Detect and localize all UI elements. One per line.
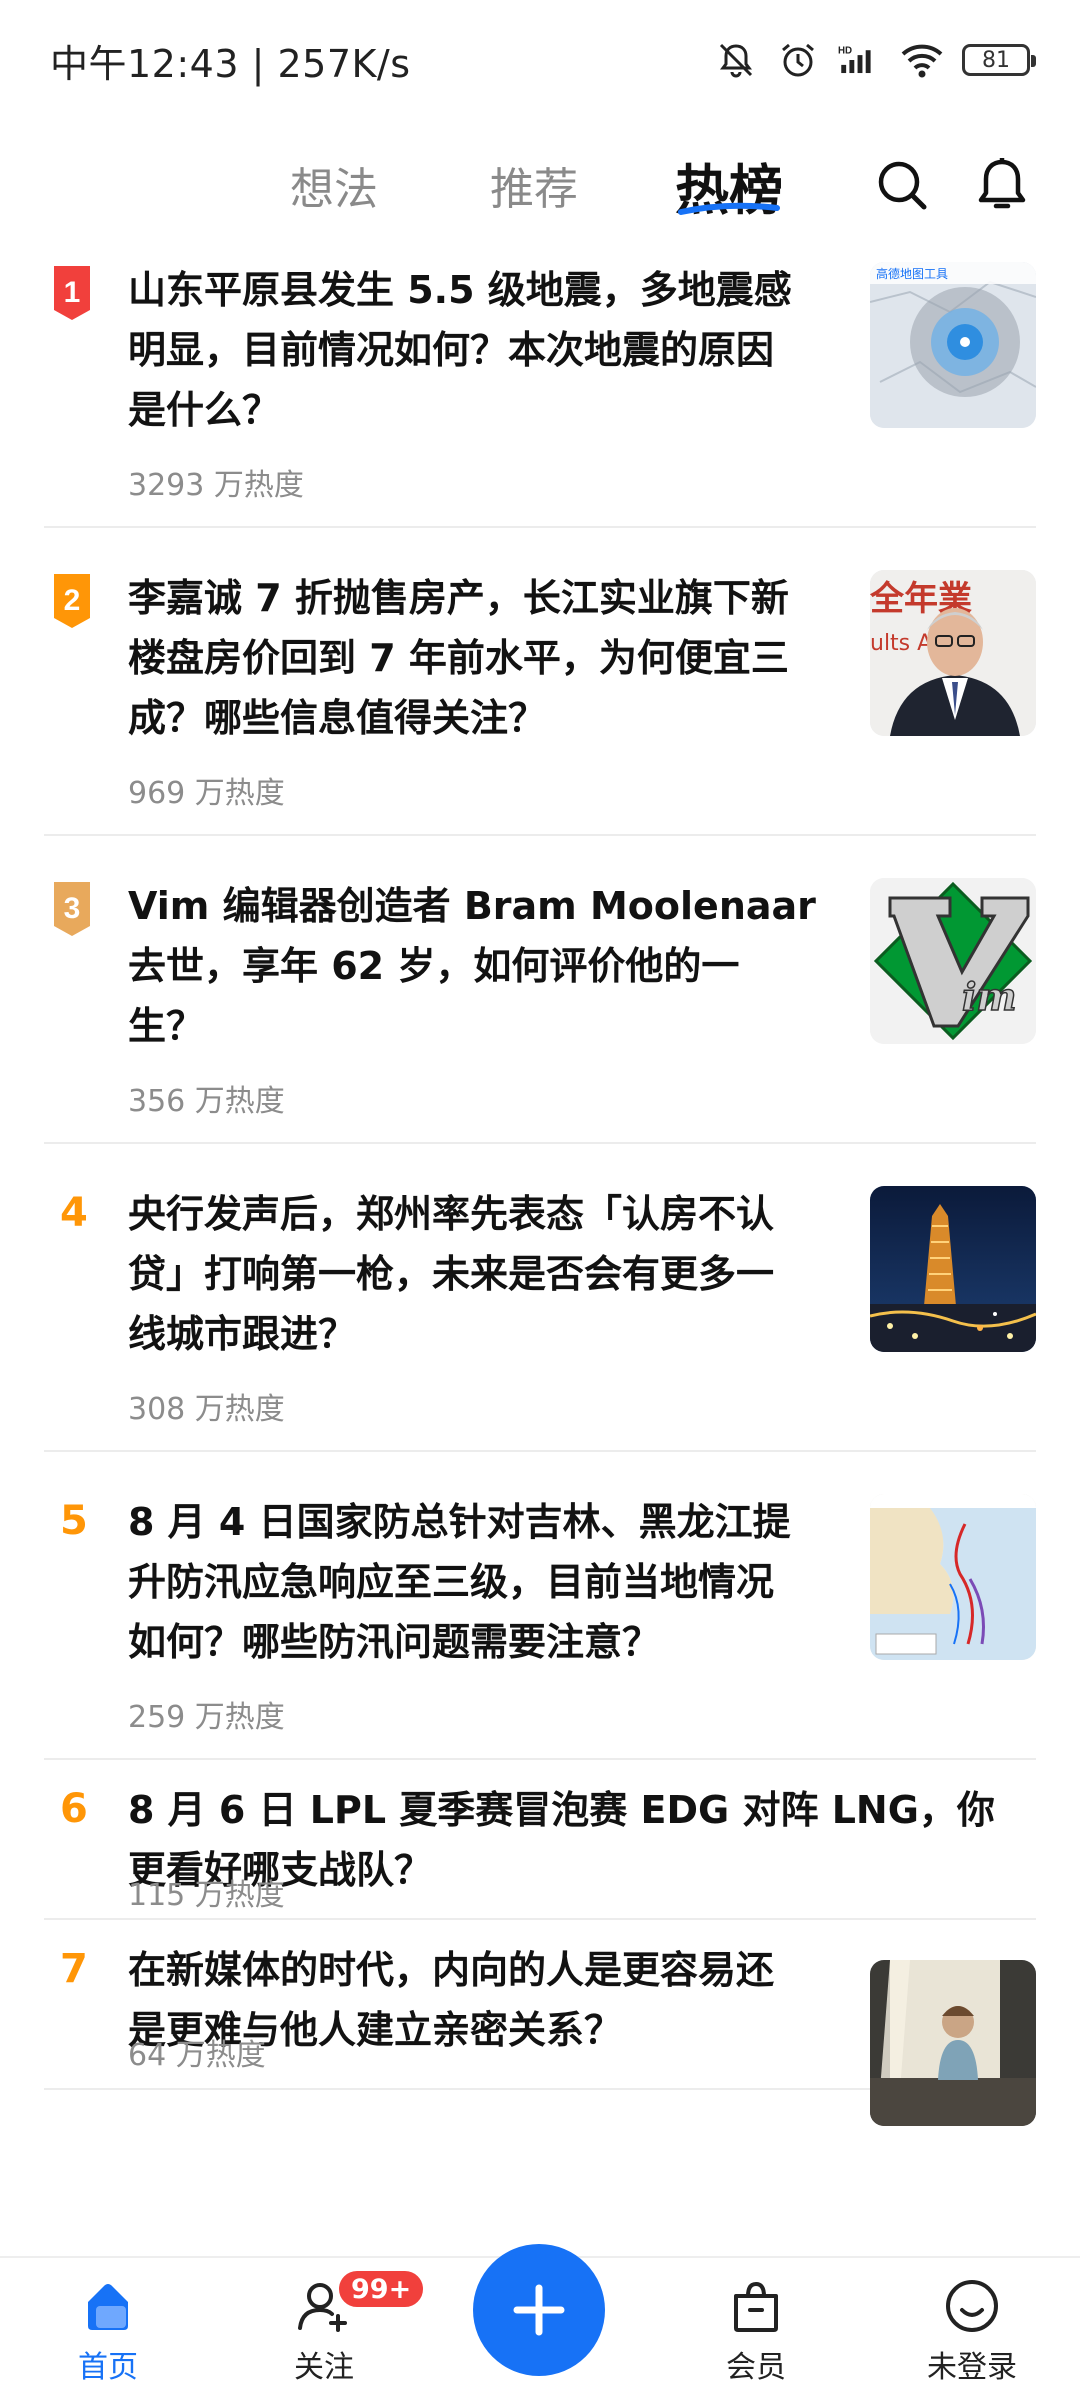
- svg-text:HD: HD: [838, 45, 852, 56]
- list-item[interactable]: 4 央行发声后，郑州率先表态「认房不认 贷」打响第一枪，未来是否会有更多一 线城…: [44, 1144, 1036, 1452]
- item-title[interactable]: Vim 编辑器创造者 Bram Moolenaar 去世，享年 62 岁，如何评…: [128, 876, 816, 1056]
- list-item[interactable]: 6 8 月 6 日 LPL 夏季赛冒泡赛 EDG 对阵 LNG，你 更看好哪支战…: [44, 1760, 1036, 1920]
- earthquake-map-thumb[interactable]: 高德地图工具: [870, 262, 1036, 428]
- svg-text:im: im: [962, 974, 1017, 1019]
- svg-text:1: 1: [64, 276, 81, 309]
- rank-badge-2: 2: [54, 574, 90, 628]
- title-line: 李嘉诚 7 折抛售房产，长江实业旗下新: [128, 576, 789, 620]
- title-line: 线城市跟进？: [128, 1312, 357, 1356]
- vim-logo-thumb[interactable]: im: [870, 878, 1036, 1044]
- search-icon[interactable]: [874, 157, 930, 213]
- mute-icon: [714, 38, 758, 82]
- list-item[interactable]: 3 Vim 编辑器创造者 Bram Moolenaar 去世，享年 62 岁，如…: [44, 836, 1036, 1144]
- bell-icon[interactable]: [974, 157, 1030, 213]
- rank-number: 5: [60, 1498, 88, 1544]
- title-line: 8 月 6 日 LPL 夏季赛冒泡赛 EDG 对阵 LNG，你: [128, 1788, 995, 1832]
- city-night-thumb[interactable]: [870, 1186, 1036, 1352]
- heat-count: 308 万热度: [128, 1392, 285, 1427]
- rank-number: 4: [60, 1190, 88, 1236]
- wifi-icon: [900, 38, 944, 82]
- child-window-thumb[interactable]: [870, 1960, 1036, 2126]
- tab-active-underline: [678, 202, 780, 215]
- create-post-button[interactable]: [473, 2244, 605, 2376]
- heat-count: 259 万热度: [128, 1700, 285, 1735]
- heat-count: 3293 万热度: [128, 468, 304, 503]
- heat-count: 356 万热度: [128, 1084, 285, 1119]
- title-line: 8 月 4 日国家防总针对吉林、黑龙江提: [128, 1500, 791, 1544]
- notification-count-badge: 99+: [336, 2268, 427, 2310]
- title-line: 生？: [128, 1004, 205, 1048]
- tab-ideas[interactable]: 想法: [290, 120, 490, 250]
- title-line: 央行发声后，郑州率先表态「认房不认: [128, 1192, 775, 1236]
- item-title[interactable]: 央行发声后，郑州率先表态「认房不认 贷」打响第一枪，未来是否会有更多一 线城市跟…: [128, 1184, 774, 1364]
- nav-follow-label: 关注: [294, 2350, 354, 2385]
- item-title[interactable]: 山东平原县发生 5.5 级地震，多地震感 明显，目前情况如何？本次地震的原因 是…: [128, 260, 792, 440]
- title-line: 山东平原县发生 5.5 级地震，多地震感: [128, 268, 792, 312]
- svg-text:2: 2: [64, 584, 81, 617]
- title-line: 在新媒体的时代，内向的人是更容易还: [128, 1948, 775, 1992]
- plus-icon: [513, 2284, 565, 2336]
- alarm-icon: [776, 38, 820, 82]
- thumb-caption: 高德地图工具: [876, 266, 948, 281]
- tab-recommend[interactable]: 推荐: [490, 120, 675, 250]
- status-icons: HD 81: [714, 38, 1036, 82]
- nav-vip-label: 会员: [726, 2350, 786, 2385]
- status-bar: 中午12:43 | 257K/s HD 81: [0, 0, 1080, 120]
- rank-number: 7: [60, 1946, 88, 1992]
- list-item[interactable]: 1 山东平原县发生 5.5 级地震，多地震感 明显，目前情况如何？本次地震的原因…: [44, 250, 1036, 528]
- status-time-speed: 中午12:43 | 257K/s: [50, 41, 411, 86]
- man-portrait-thumb[interactable]: 全年業 ults Anou: [870, 570, 1036, 736]
- title-line: 去世，享年 62 岁，如何评价他的一: [128, 944, 740, 988]
- vip-bag-icon: [726, 2276, 786, 2336]
- feed-tabs: 想法 推荐 热榜: [290, 120, 783, 250]
- typhoon-map-thumb[interactable]: [870, 1494, 1036, 1660]
- heat-count: 969 万热度: [128, 776, 285, 811]
- nav-home[interactable]: 首页: [38, 2258, 178, 2400]
- title-line: Vim 编辑器创造者 Bram Moolenaar: [128, 884, 816, 928]
- title-line: 升防汛应急响应至三级，目前当地情况: [128, 1560, 775, 1604]
- nav-vip[interactable]: 会员: [686, 2258, 826, 2400]
- title-line: 如何？哪些防汛问题需要注意？: [128, 1620, 661, 1664]
- title-line: 贷」打响第一枪，未来是否会有更多一: [128, 1252, 775, 1296]
- title-line: 楼盘房价回到 7 年前水平，为何便宜三: [128, 636, 789, 680]
- list-item[interactable]: 5 8 月 4 日国家防总针对吉林、黑龙江提 升防汛应急响应至三级，目前当地情况…: [44, 1452, 1036, 1760]
- title-line: 成？哪些信息值得关注？: [128, 696, 547, 740]
- profile-icon: [942, 2276, 1002, 2336]
- nav-home-label: 首页: [78, 2350, 138, 2385]
- top-nav-actions: [874, 120, 1030, 250]
- nav-profile[interactable]: 未登录: [902, 2258, 1042, 2400]
- tab-hot-list[interactable]: 热榜: [675, 120, 783, 250]
- home-icon: [78, 2276, 138, 2336]
- heat-count: 115 万热度: [128, 1878, 285, 1913]
- battery-icon: 81: [962, 44, 1036, 76]
- rank-number: 6: [60, 1786, 88, 1832]
- nav-profile-label: 未登录: [927, 2350, 1017, 2385]
- item-title[interactable]: 8 月 4 日国家防总针对吉林、黑龙江提 升防汛应急响应至三级，目前当地情况 如…: [128, 1492, 791, 1672]
- item-title[interactable]: 李嘉诚 7 折抛售房产，长江实业旗下新 楼盘房价回到 7 年前水平，为何便宜三 …: [128, 568, 789, 748]
- heat-count: 64 万热度: [128, 2038, 266, 2073]
- svg-text:3: 3: [64, 892, 81, 925]
- rank-badge-1: 1: [54, 266, 90, 320]
- title-line: 是什么？: [128, 388, 281, 432]
- top-nav: 想法 推荐 热榜: [0, 120, 1080, 250]
- list-item[interactable]: 2 李嘉诚 7 折抛售房产，长江实业旗下新 楼盘房价回到 7 年前水平，为何便宜…: [44, 528, 1036, 836]
- hd-signal-icon: HD: [838, 38, 882, 82]
- hot-list: 1 山东平原县发生 5.5 级地震，多地震感 明显，目前情况如何？本次地震的原因…: [0, 250, 1080, 2126]
- list-item[interactable]: 7 在新媒体的时代，内向的人是更容易还 是更难与他人建立亲密关系？ 64 万热度: [44, 1920, 1036, 2126]
- title-line: 明显，目前情况如何？本次地震的原因: [128, 328, 775, 372]
- zhihu-hot-list-screen: 中午12:43 | 257K/s HD 81 想法 推荐 热榜 1 山东平原县发…: [0, 0, 1080, 2400]
- rank-badge-3: 3: [54, 882, 90, 936]
